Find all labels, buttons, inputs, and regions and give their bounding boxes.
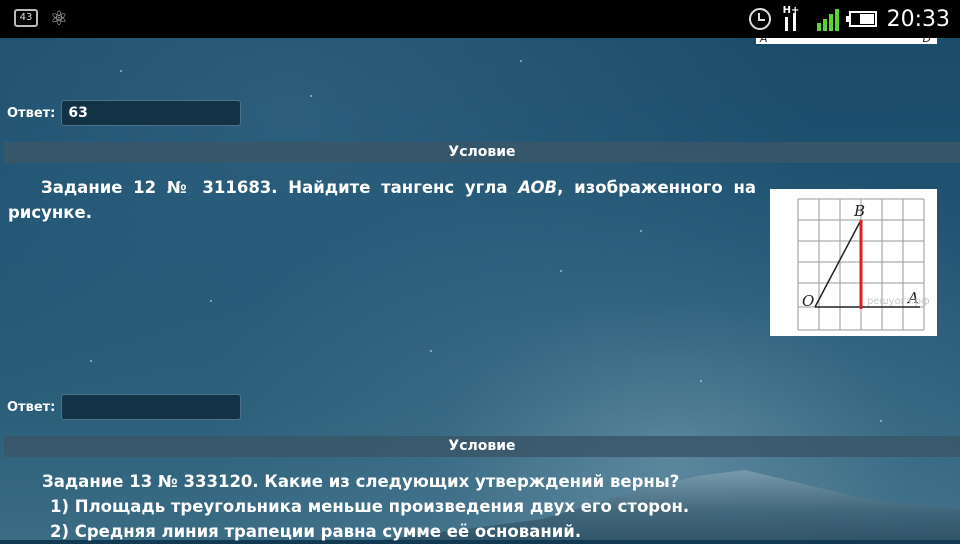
condition-header[interactable]: Условие [4,142,960,163]
figure-watermark: решуогэ.рф [867,296,930,307]
task-12-prefix: Задание 12 № 311683. Найдите тангенс угл… [41,178,519,197]
figure-label-b: B [853,202,865,220]
task-12-text: Задание 12 № 311683. Найдите тангенс угл… [8,175,756,225]
task-13-text: Задание 13 № 333120. Какие из следующих … [42,469,942,544]
status-bar: 43 ⚛ H+ 20:33 [0,0,960,38]
task-12-figure: B O A решуогэ.рф [770,189,937,336]
answer-row-task12: Ответ: [7,394,242,420]
answer-label: Ответ: [7,105,56,121]
answer-input[interactable]: 63 [61,100,242,126]
previous-task-figure: A D [756,32,937,45]
clock: 20:33 [886,6,950,32]
task-13-statement-1: 1) Площадь треугольника меньше произведе… [50,497,690,516]
answer-label: Ответ: [7,399,56,415]
network-activity-icon: H+ [781,5,807,31]
task-12-angle: AOB [518,178,558,197]
page-content: A D Ответ: 63 Условие Задание 12 № 31168… [0,32,960,541]
task-13-statement-2: 2) Средняя линия трапеции равна сумме её… [50,522,582,541]
alarm-icon [748,8,771,30]
network-type-label: H+ [782,5,800,16]
usb-debug-icon: ⚛ [50,6,68,30]
answer-row-task11: Ответ: 63 [7,100,242,126]
condition-header[interactable]: Условие [4,436,960,457]
battery-icon [845,11,877,27]
answer-input[interactable] [61,394,242,420]
notification-count-icon[interactable]: 43 [14,9,38,27]
figure-label-o: O [802,292,814,310]
task-13-question: Задание 13 № 333120. Какие из следующих … [42,472,680,491]
signal-icon [816,7,839,31]
